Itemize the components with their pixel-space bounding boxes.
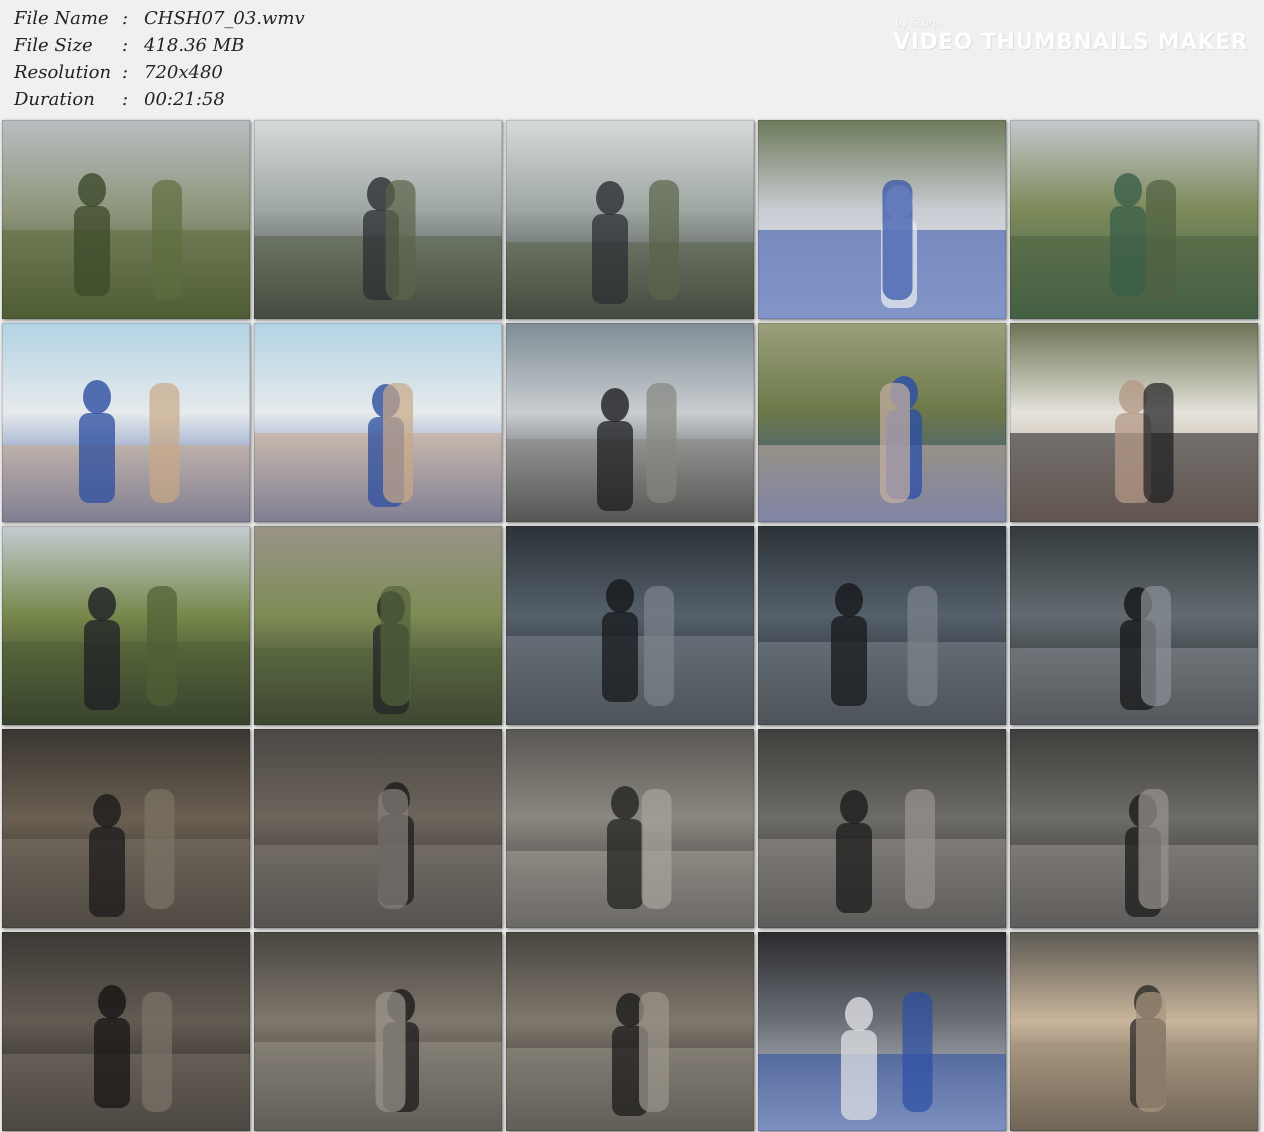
video-thumbnail <box>758 729 1006 928</box>
brand-name: VIDEO THUMBNAILS MAKER <box>893 30 1248 55</box>
thumbnail-image <box>254 526 502 725</box>
video-thumbnail <box>2 323 250 522</box>
thumbnail-image <box>254 729 502 928</box>
thumbnail-image <box>1010 729 1258 928</box>
thumbnail-image <box>506 932 754 1131</box>
video-thumbnail <box>254 120 502 319</box>
video-thumbnail <box>506 932 754 1131</box>
thumbnail-image <box>2 323 250 522</box>
thumbnail-image <box>758 526 1006 725</box>
video-thumbnail <box>506 323 754 522</box>
brand-watermark: by Scorp VIDEO THUMBNAILS MAKER <box>893 18 1248 56</box>
colon-separator: : <box>122 89 129 110</box>
video-thumbnail <box>1010 323 1258 522</box>
colon-separator: : <box>122 8 129 29</box>
thumbnail-image <box>1010 323 1258 522</box>
resolution-label: Resolution <box>14 62 112 83</box>
resolution-value: 720x480 <box>144 62 223 83</box>
thumbnail-image <box>758 323 1006 522</box>
duration-label: Duration <box>14 89 95 110</box>
thumbnail-image <box>758 729 1006 928</box>
video-thumbnail <box>2 526 250 725</box>
video-thumbnail <box>1010 120 1258 319</box>
file-size-value: 418.36 MB <box>144 35 245 56</box>
thumbnail-image <box>506 120 754 319</box>
thumbnail-image <box>1010 120 1258 319</box>
video-thumbnail <box>1010 932 1258 1131</box>
video-thumbnail <box>758 120 1006 319</box>
thumbnail-image <box>506 729 754 928</box>
thumbnail-image <box>254 323 502 522</box>
thumbnail-image <box>2 932 250 1131</box>
thumbnail-image <box>1010 932 1258 1131</box>
video-thumbnail <box>758 323 1006 522</box>
video-thumbnail <box>254 932 502 1131</box>
file-size-label: File Size <box>14 35 93 56</box>
file-name-value: CHSH07_03.wmv <box>144 8 305 29</box>
video-thumbnail <box>758 526 1006 725</box>
video-thumbnail <box>506 526 754 725</box>
thumbnail-image <box>1010 526 1258 725</box>
thumbnail-image <box>2 729 250 928</box>
video-thumbnail <box>2 729 250 928</box>
file-name-label: File Name <box>14 8 109 29</box>
video-thumbnail <box>254 323 502 522</box>
thumbnail-image <box>506 323 754 522</box>
brand-byline: by Scorp <box>895 18 939 29</box>
video-thumbnail <box>506 120 754 319</box>
thumbnail-image <box>254 120 502 319</box>
thumbnail-image <box>2 120 250 319</box>
thumbnail-image <box>254 932 502 1131</box>
thumbnail-image <box>2 526 250 725</box>
video-thumbnail <box>506 729 754 928</box>
thumbnail-grid <box>2 120 1262 1131</box>
colon-separator: : <box>122 35 129 56</box>
video-thumbnail <box>2 932 250 1131</box>
video-thumbnail <box>758 932 1006 1131</box>
thumbnail-image <box>758 120 1006 319</box>
video-thumbnail <box>1010 729 1258 928</box>
video-thumbnail <box>1010 526 1258 725</box>
video-thumbnail <box>254 729 502 928</box>
video-thumbnail <box>254 526 502 725</box>
video-thumbnail <box>2 120 250 319</box>
thumbnail-image <box>758 932 1006 1131</box>
thumbnail-image <box>506 526 754 725</box>
duration-value: 00:21:58 <box>144 89 225 110</box>
colon-separator: : <box>122 62 129 83</box>
